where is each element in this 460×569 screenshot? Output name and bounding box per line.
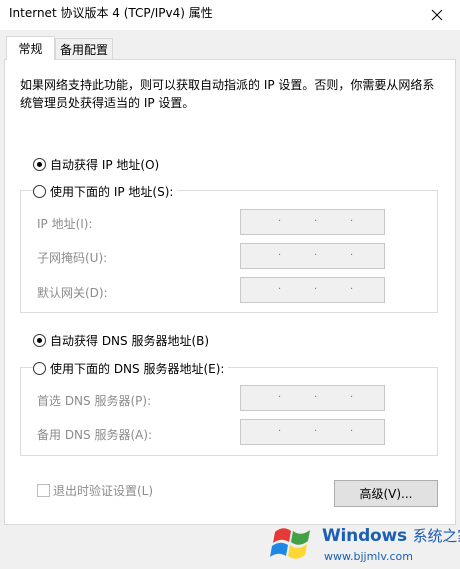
radio-manual-ip-indicator[interactable] (33, 185, 46, 198)
default-gateway-label: 默认网关(D): (37, 286, 108, 300)
radio-manual-dns-label: 使用下面的 DNS 服务器地址(E): (50, 362, 225, 376)
watermark: Windows 系统之家 www.bjjmlv.com (266, 517, 460, 569)
watermark-brand-name: Windows (322, 526, 407, 546)
radio-manual-dns-indicator[interactable] (33, 362, 46, 375)
validate-settings-checkbox[interactable]: 退出时验证设置(L) (37, 482, 153, 499)
tab-alternate-config[interactable]: 备用配置 (55, 38, 113, 60)
radio-manual-dns[interactable]: 使用下面的 DNS 服务器地址(E): (33, 360, 229, 377)
radio-auto-ip-indicator[interactable] (33, 158, 46, 171)
window-title: Internet 协议版本 4 (TCP/IPv4) 属性 (9, 6, 213, 20)
title-bar: Internet 协议版本 4 (TCP/IPv4) 属性 (0, 0, 460, 30)
subnet-mask-input[interactable]: ... (240, 243, 385, 269)
watermark-brand-suffix: 系统之家 (412, 527, 460, 545)
radio-auto-dns[interactable]: 自动获得 DNS 服务器地址(B) (33, 332, 214, 349)
radio-auto-dns-label: 自动获得 DNS 服务器地址(B) (50, 334, 210, 348)
default-gateway-input[interactable]: ... (240, 277, 385, 303)
radio-auto-dns-indicator[interactable] (33, 334, 46, 347)
validate-settings-label: 退出时验证设置(L) (53, 484, 154, 498)
watermark-brand: Windows 系统之家 (322, 525, 460, 546)
subnet-mask-label: 子网掩码(U): (37, 251, 108, 265)
tab-general[interactable]: 常规 (6, 36, 55, 60)
watermark-url: www.bjjmlv.com (324, 550, 413, 563)
radio-manual-ip[interactable]: 使用下面的 IP 地址(S): (33, 183, 178, 200)
ip-address-input[interactable]: ... (240, 209, 385, 235)
preferred-dns-input[interactable]: ... (240, 385, 385, 411)
windows-logo-icon (270, 528, 310, 559)
ip-address-label: IP 地址(I): (37, 217, 93, 231)
description-text: 如果网络支持此功能，则可以获取自动指派的 IP 设置。否则，你需要从网络系统管理… (20, 78, 435, 110)
preferred-dns-label: 首选 DNS 服务器(P): (37, 394, 152, 408)
close-button[interactable] (414, 0, 460, 30)
radio-manual-ip-label: 使用下面的 IP 地址(S): (50, 185, 174, 199)
alternate-dns-input[interactable]: ... (240, 419, 385, 445)
advanced-button[interactable]: 高级(V)... (334, 480, 438, 507)
close-icon (431, 9, 443, 21)
radio-auto-ip-label: 自动获得 IP 地址(O) (50, 158, 160, 172)
validate-settings-box[interactable] (37, 484, 50, 497)
alternate-dns-label: 备用 DNS 服务器(A): (37, 428, 153, 442)
radio-auto-ip[interactable]: 自动获得 IP 地址(O) (33, 156, 164, 173)
